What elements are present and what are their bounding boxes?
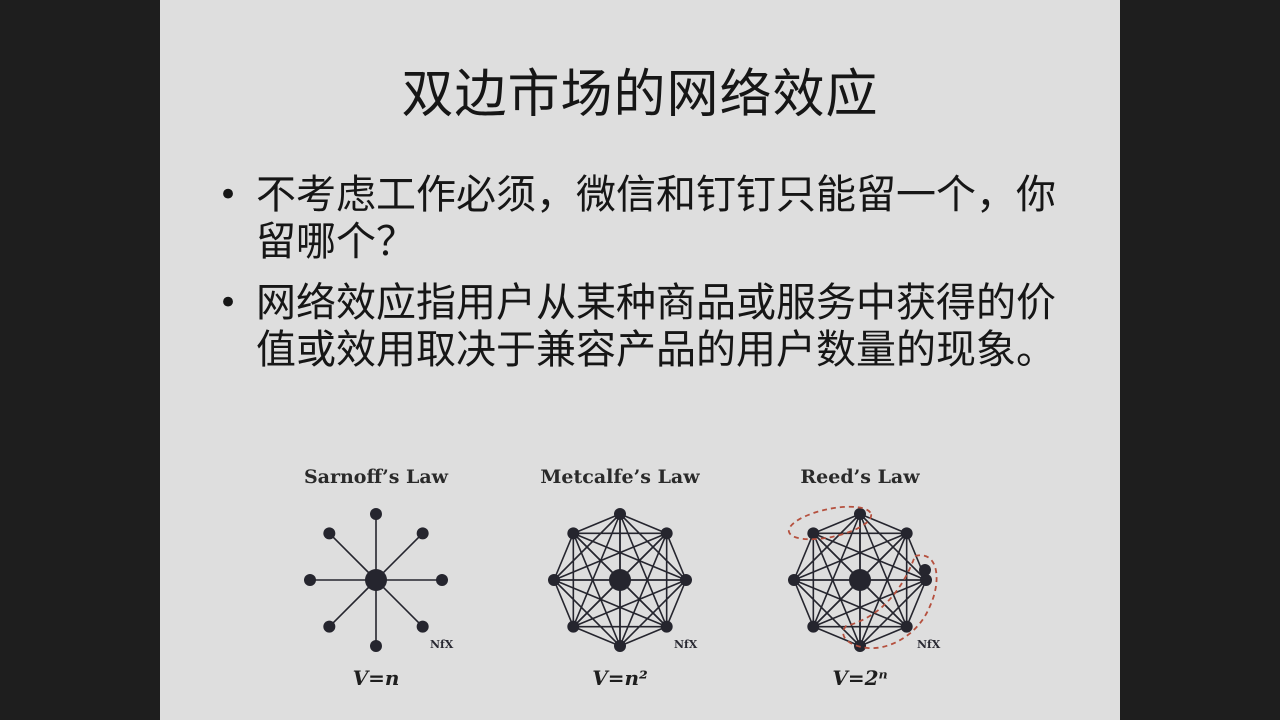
nfx-logo: NfX xyxy=(917,638,941,651)
network-node xyxy=(567,620,580,633)
network-node xyxy=(680,574,692,586)
network-node xyxy=(807,527,820,540)
slide-title: 双边市场的网络效应 xyxy=(401,65,879,125)
network-node xyxy=(660,620,673,633)
nfx-logo: NfX xyxy=(430,638,454,651)
bullet-item: • 网络效应指用户从某种商品或服务中获得的价值或效用取决于兼容产品的用户数量的现… xyxy=(212,280,1072,374)
star-network-graphic: NfX xyxy=(304,508,454,652)
network-graph xyxy=(548,508,692,652)
network-hub-node xyxy=(849,569,871,591)
network-node xyxy=(323,620,336,633)
network-node xyxy=(370,508,382,520)
law-formula: V=n² xyxy=(592,666,648,690)
law-title: Reed’s Law xyxy=(800,466,920,488)
network-node xyxy=(788,574,800,586)
bullet-list: • 不考虑工作必须，微信和钉钉只能留一个，你留哪个？ • 网络效应指用户从某种商… xyxy=(212,172,1072,388)
network-node xyxy=(900,527,913,540)
network-node xyxy=(900,620,913,633)
law-title: Metcalfe’s Law xyxy=(540,466,700,488)
network-graph xyxy=(304,508,448,652)
network-hub-node xyxy=(365,569,387,591)
network-node xyxy=(304,574,316,586)
network-node xyxy=(614,640,626,652)
bullet-text: 网络效应指用户从某种商品或服务中获得的价值或效用取决于兼容产品的用户数量的现象。 xyxy=(256,280,1056,373)
network-node xyxy=(854,508,866,520)
slide: 双边市场的网络效应 • 不考虑工作必须，微信和钉钉只能留一个，你留哪个？ • 网… xyxy=(160,0,1120,720)
network-node xyxy=(323,527,336,540)
network-hub-node xyxy=(609,569,631,591)
network-node xyxy=(919,564,931,576)
bullet-marker: • xyxy=(218,175,239,215)
group-network-graphic: NfX xyxy=(787,505,941,652)
network-node xyxy=(548,574,560,586)
network-node xyxy=(567,527,580,540)
network-node xyxy=(370,640,382,652)
law-title: Sarnoff’s Law xyxy=(303,466,449,488)
network-node xyxy=(416,527,429,540)
network-node xyxy=(807,620,820,633)
nfx-logo: NfX xyxy=(674,638,698,651)
mesh-network-graphic: NfX xyxy=(548,508,698,652)
network-node xyxy=(436,574,448,586)
presentation-viewer: 双边市场的网络效应 • 不考虑工作必须，微信和钉钉只能留一个，你留哪个？ • 网… xyxy=(0,0,1280,720)
network-node xyxy=(660,527,673,540)
law-formula: V=2ⁿ xyxy=(832,666,888,690)
bullet-marker: • xyxy=(218,283,239,323)
network-node xyxy=(416,620,429,633)
bullet-text: 不考虑工作必须，微信和钉钉只能留一个，你留哪个？ xyxy=(256,172,1056,265)
network-node xyxy=(614,508,626,520)
bullet-item: • 不考虑工作必须，微信和钉钉只能留一个，你留哪个？ xyxy=(212,172,1072,266)
network-graph xyxy=(787,505,938,652)
law-formula: V=n xyxy=(352,666,400,690)
